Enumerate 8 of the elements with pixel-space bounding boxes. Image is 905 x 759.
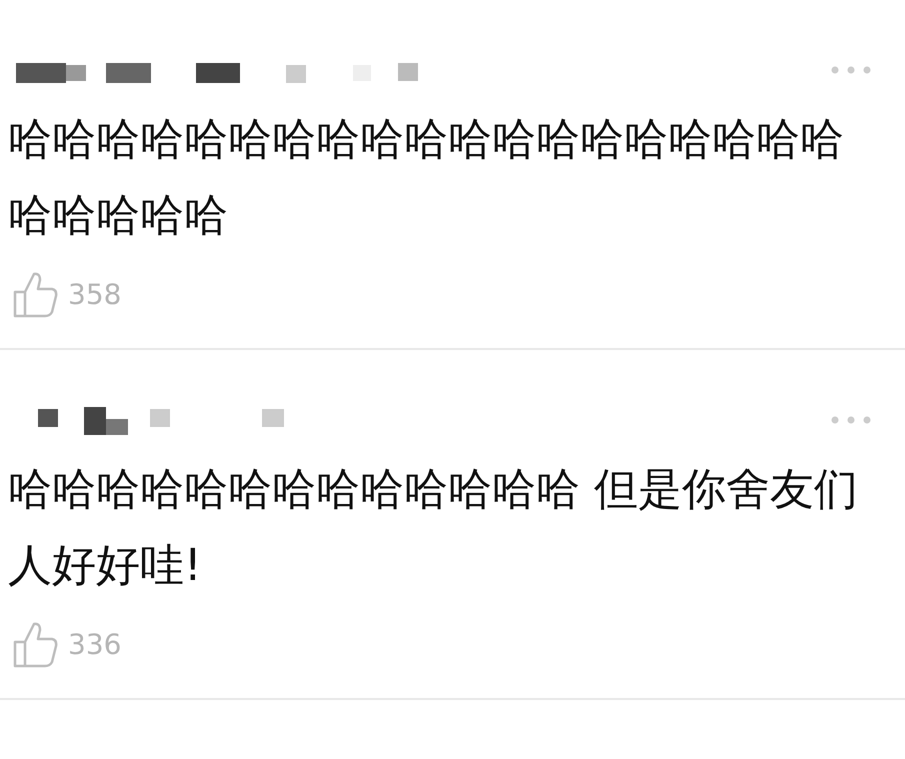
more-icon[interactable]: [831, 416, 871, 424]
comment-text: 哈哈哈哈哈哈哈哈哈哈哈哈哈哈哈哈哈哈哈哈哈哈哈哈: [8, 113, 845, 243]
thumbs-up-icon[interactable]: [12, 620, 58, 668]
thumbs-up-icon[interactable]: [12, 270, 58, 318]
like-count: 336: [68, 628, 122, 660]
more-icon[interactable]: [831, 66, 871, 74]
comment-text: 哈哈哈哈哈哈哈哈哈哈哈哈哈 但是你舍友们人好好哇!: [8, 463, 859, 593]
like-count: 358: [68, 278, 122, 310]
